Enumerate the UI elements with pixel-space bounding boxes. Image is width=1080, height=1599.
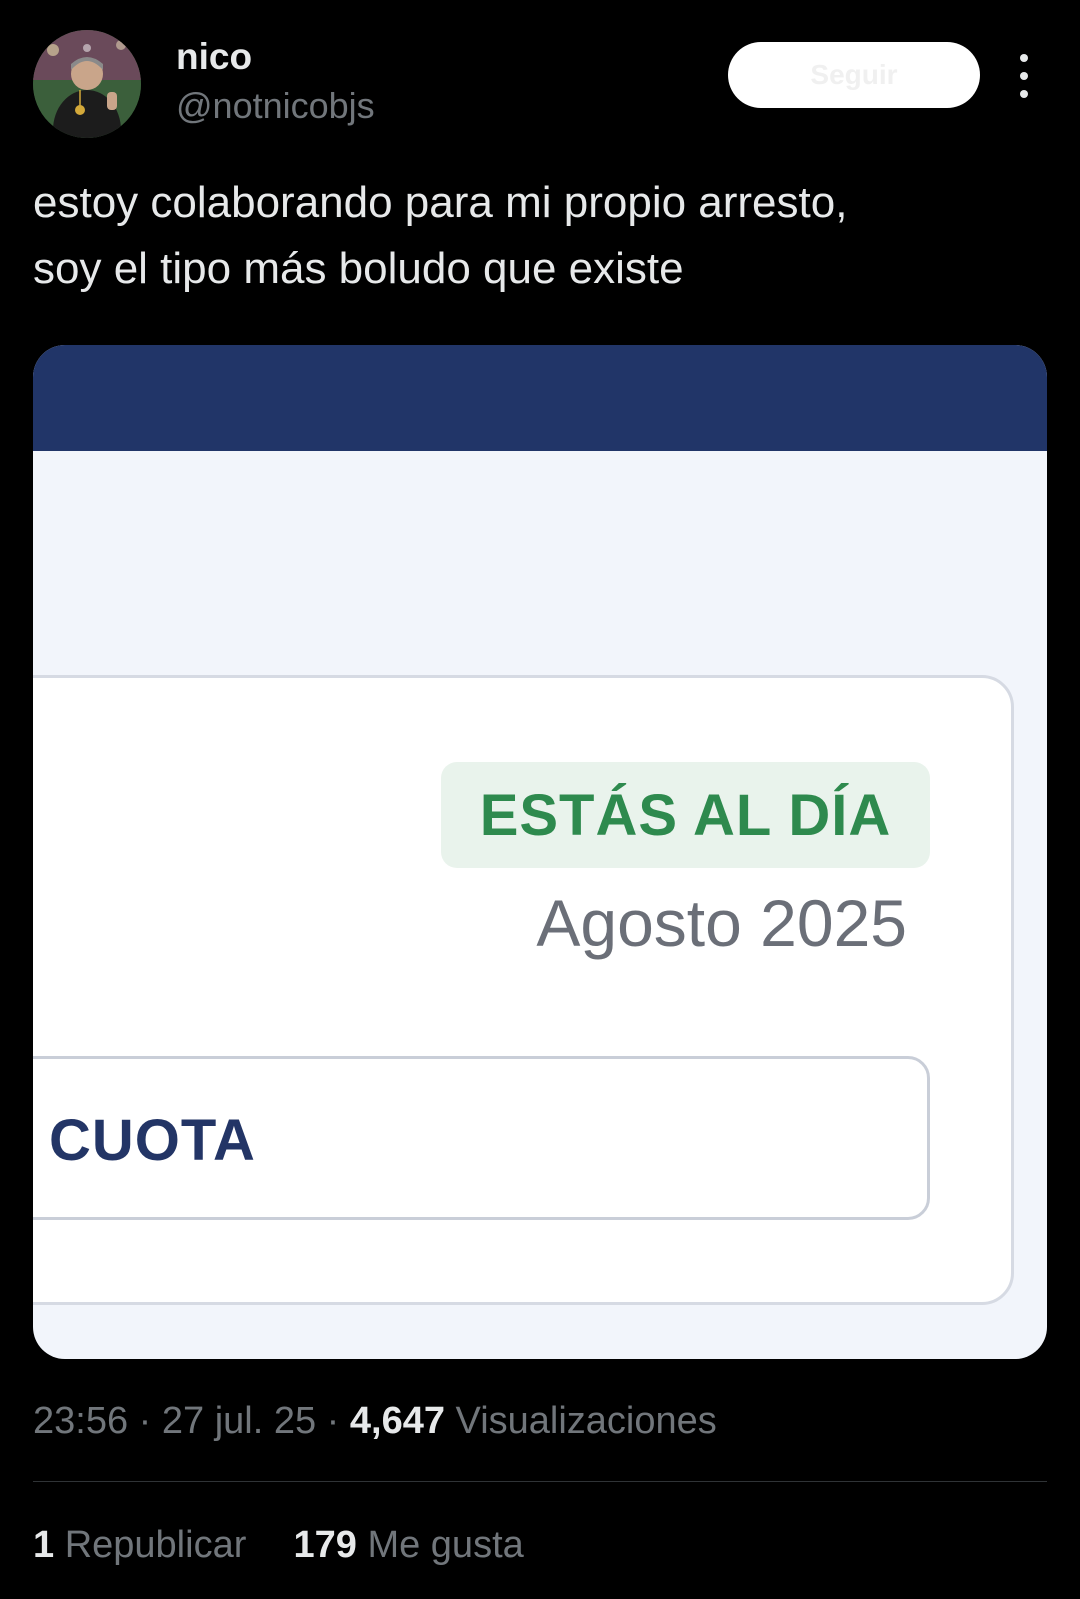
tweet-text-line: estoy colaborando para mi propio arresto…: [33, 178, 848, 227]
tweet-text: estoy colaborando para mi propio arresto…: [33, 170, 1043, 302]
period-date: Agosto 2025: [536, 886, 907, 960]
tweet-media-image[interactable]: ESTÁS AL DÍA Agosto 2025 CUOTA: [33, 345, 1047, 1359]
likes-label: Me gusta: [367, 1524, 524, 1566]
avatar[interactable]: [33, 30, 141, 138]
reposts-stat[interactable]: 1 Republicar: [33, 1524, 257, 1566]
tweet-text-line: soy el tipo más boludo que existe: [33, 244, 684, 293]
divider: [33, 1481, 1047, 1482]
tweet-date[interactable]: 27 jul. 25: [162, 1400, 316, 1442]
more-dot: [1020, 90, 1028, 98]
views-label: Visualizaciones: [455, 1400, 717, 1442]
likes-count: 179: [293, 1524, 357, 1566]
separator: ·: [138, 1400, 152, 1442]
reposts-count: 1: [33, 1524, 55, 1566]
follow-button[interactable]: Seguir: [728, 42, 980, 108]
more-dot: [1020, 72, 1028, 80]
views-count: 4,647: [349, 1400, 445, 1442]
more-vertical-icon[interactable]: [1010, 54, 1038, 98]
status-badge: ESTÁS AL DÍA: [441, 762, 930, 868]
cuota-label: CUOTA: [49, 1108, 256, 1173]
media-app-header: [33, 345, 1047, 451]
tweet-time[interactable]: 23:56: [33, 1400, 128, 1442]
likes-stat[interactable]: 179 Me gusta: [293, 1524, 523, 1566]
engagement-stats: 1 Republicar 179 Me gusta: [33, 1526, 524, 1564]
separator: ·: [326, 1400, 340, 1442]
author-handle[interactable]: @notnicobjs: [176, 88, 375, 124]
more-dot: [1020, 54, 1028, 62]
tweet-meta: 23:56 · 27 jul. 25 · 4,647 Visualizacion…: [33, 1402, 717, 1440]
reposts-label: Republicar: [64, 1524, 247, 1566]
author-display-name[interactable]: nico: [176, 38, 252, 75]
